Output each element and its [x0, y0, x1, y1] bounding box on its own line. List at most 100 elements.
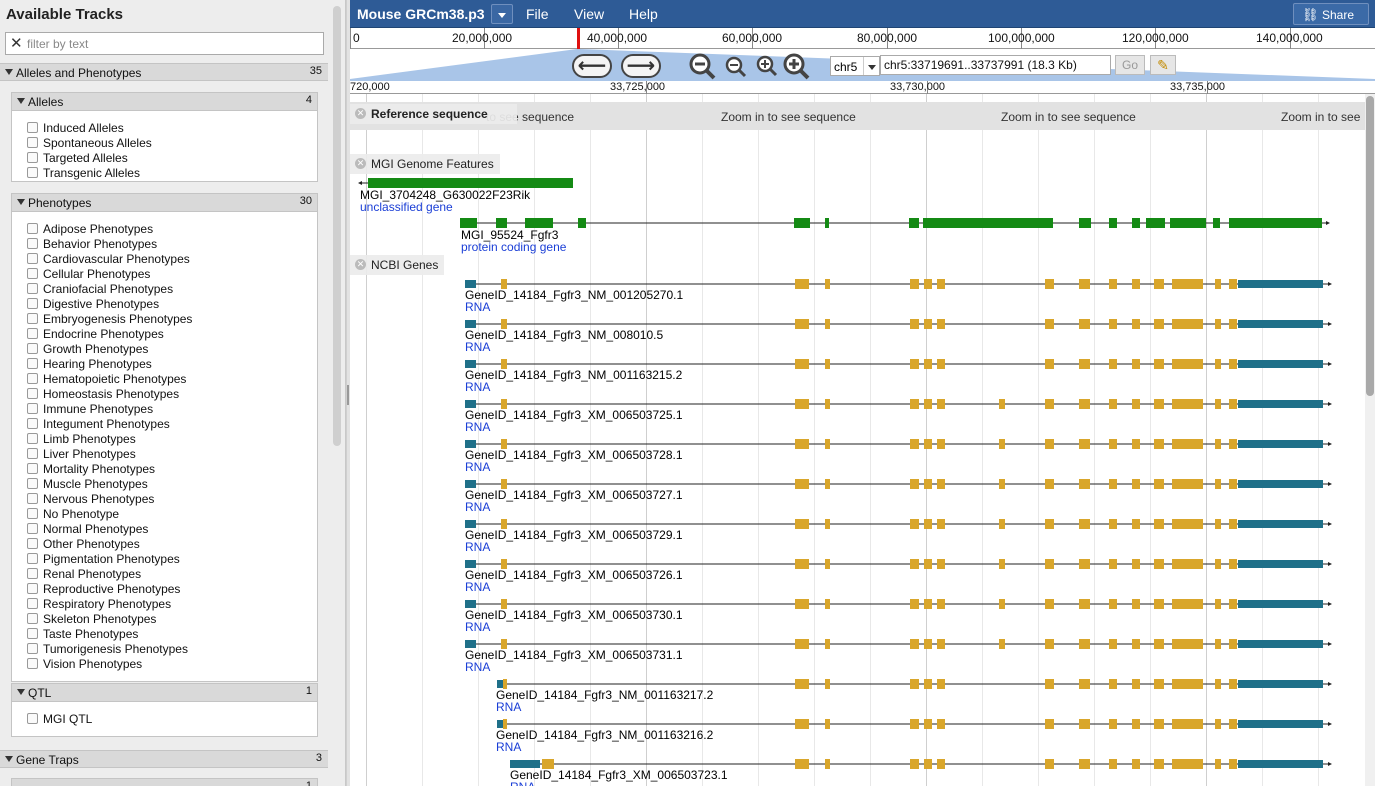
cds-block[interactable]: [999, 439, 1005, 449]
cds-block[interactable]: [924, 399, 932, 409]
cds-block[interactable]: [1229, 279, 1237, 289]
transcript-type[interactable]: RNA: [496, 700, 521, 714]
gene-feature[interactable]: [368, 178, 573, 188]
cds-block[interactable]: [1079, 719, 1090, 729]
utr-block[interactable]: [1238, 720, 1323, 728]
cds-block[interactable]: [1215, 319, 1221, 329]
cds-block[interactable]: [924, 719, 932, 729]
cds-block[interactable]: [1132, 519, 1140, 529]
transcript-type[interactable]: RNA: [465, 300, 490, 314]
utr-block[interactable]: [1238, 480, 1323, 488]
cds-block[interactable]: [825, 439, 830, 449]
cds-block[interactable]: [937, 719, 945, 729]
cds-block[interactable]: [1154, 559, 1164, 569]
cds-block[interactable]: [1132, 559, 1140, 569]
cds-block[interactable]: [937, 599, 945, 609]
cds-block[interactable]: [924, 599, 932, 609]
exon-block[interactable]: [825, 218, 829, 228]
transcript-name[interactable]: GeneID_14184_Fgfr3_NM_001163216.2: [496, 728, 713, 742]
cds-block[interactable]: [924, 519, 932, 529]
track-checkbox-item[interactable]: Homeostasis Phenotypes: [27, 387, 192, 402]
track-checkbox-item[interactable]: MGI QTL: [27, 712, 92, 727]
cds-block[interactable]: [1229, 559, 1237, 569]
menu-view[interactable]: View: [574, 6, 604, 22]
cds-block[interactable]: [795, 439, 809, 449]
cds-block[interactable]: [999, 399, 1005, 409]
utr-block[interactable]: [1238, 400, 1323, 408]
checkbox[interactable]: [27, 583, 38, 594]
category-alleles-and-phenotypes[interactable]: Alleles and Phenotypes 35: [0, 63, 328, 81]
cds-block[interactable]: [1045, 399, 1054, 409]
track-checkbox-item[interactable]: Hematopoietic Phenotypes: [27, 372, 192, 387]
cds-block[interactable]: [1132, 319, 1140, 329]
cds-block[interactable]: [1132, 279, 1140, 289]
checkbox[interactable]: [27, 388, 38, 399]
cds-block[interactable]: [1172, 559, 1203, 569]
utr-block[interactable]: [1238, 600, 1323, 608]
transcript-type[interactable]: RNA: [465, 580, 490, 594]
cds-block[interactable]: [1045, 759, 1054, 769]
cds-block[interactable]: [795, 759, 809, 769]
cds-block[interactable]: [1079, 559, 1090, 569]
cds-block[interactable]: [1172, 359, 1203, 369]
checkbox[interactable]: [27, 167, 38, 178]
cds-block[interactable]: [1079, 679, 1090, 689]
track-checkbox-item[interactable]: Integument Phenotypes: [27, 417, 192, 432]
zoom-out-button[interactable]: [725, 56, 747, 78]
exon-block[interactable]: [460, 218, 477, 228]
transcript-name[interactable]: GeneID_14184_Fgfr3_XM_006503727.1: [465, 488, 683, 502]
transcript-name[interactable]: GeneID_14184_Fgfr3_NM_008010.5: [465, 328, 663, 342]
cds-block[interactable]: [795, 479, 809, 489]
cds-block[interactable]: [1132, 639, 1140, 649]
cds-block[interactable]: [825, 639, 830, 649]
subcategory-phenotypes-header[interactable]: Phenotypes 30: [12, 194, 317, 212]
highlight-button[interactable]: ✎: [1150, 55, 1176, 75]
utr-block[interactable]: [497, 720, 503, 728]
cds-block[interactable]: [999, 559, 1005, 569]
cds-block[interactable]: [910, 279, 919, 289]
utr-block[interactable]: [465, 360, 476, 368]
cds-block[interactable]: [1045, 319, 1054, 329]
checkbox[interactable]: [27, 568, 38, 579]
cds-block[interactable]: [1132, 759, 1140, 769]
checkbox[interactable]: [27, 538, 38, 549]
utr-block[interactable]: [1238, 640, 1323, 648]
checkbox[interactable]: [27, 628, 38, 639]
cds-block[interactable]: [910, 399, 919, 409]
zoom-in-button[interactable]: [756, 55, 778, 77]
cds-block[interactable]: [1045, 479, 1054, 489]
track-checkbox-item[interactable]: No Phenotype: [27, 507, 192, 522]
exon-block[interactable]: [1229, 218, 1322, 228]
track-area[interactable]: to see sequence Zoom in to see sequence …: [350, 94, 1365, 786]
track-checkbox-item[interactable]: Mortality Phenotypes: [27, 462, 192, 477]
cds-block[interactable]: [1172, 279, 1203, 289]
cds-block[interactable]: [937, 319, 945, 329]
cds-block[interactable]: [999, 639, 1005, 649]
checkbox[interactable]: [27, 418, 38, 429]
transcript-type[interactable]: RNA: [465, 460, 490, 474]
exon-block[interactable]: [525, 218, 553, 228]
checkbox[interactable]: [27, 122, 38, 133]
zoom-out-more-button[interactable]: [689, 53, 717, 81]
cds-block[interactable]: [825, 319, 830, 329]
cds-block[interactable]: [1229, 519, 1237, 529]
track-checkbox-item[interactable]: Immune Phenotypes: [27, 402, 192, 417]
utr-block[interactable]: [1238, 320, 1323, 328]
cds-block[interactable]: [1172, 759, 1203, 769]
share-button[interactable]: ⛓ Share: [1293, 3, 1369, 25]
cds-block[interactable]: [825, 719, 830, 729]
cds-block[interactable]: [825, 399, 830, 409]
track-checkbox-item[interactable]: Transgenic Alleles: [27, 166, 152, 181]
cds-block[interactable]: [795, 719, 809, 729]
cds-block[interactable]: [1109, 439, 1117, 449]
utr-block[interactable]: [465, 520, 476, 528]
checkbox[interactable]: [27, 268, 38, 279]
cds-block[interactable]: [1172, 719, 1203, 729]
checkbox[interactable]: [27, 433, 38, 444]
subcategory-alleles-header[interactable]: Alleles 4: [12, 93, 317, 111]
transcript-name[interactable]: GeneID_14184_Fgfr3_XM_006503725.1: [465, 408, 683, 422]
checkbox[interactable]: [27, 478, 38, 489]
transcript-name[interactable]: GeneID_14184_Fgfr3_NM_001163217.2: [496, 688, 713, 702]
transcript-type[interactable]: RNA: [465, 500, 490, 514]
cds-block[interactable]: [1045, 359, 1054, 369]
